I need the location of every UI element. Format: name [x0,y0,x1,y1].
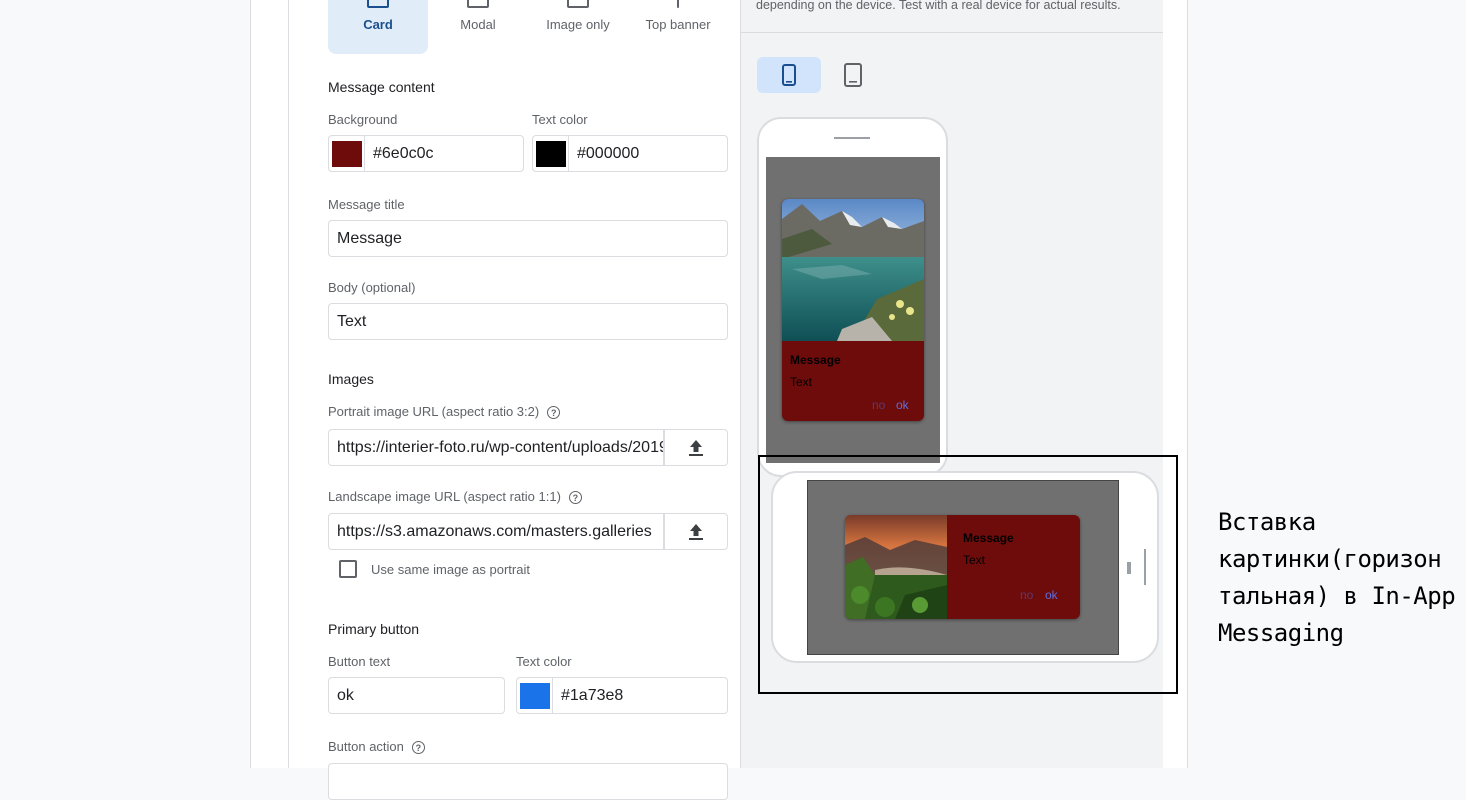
same-image-checkbox[interactable] [339,560,357,578]
landscape-label: Landscape image URL (aspect ratio 1:1) [328,489,561,504]
tab-modal-label: Modal [460,17,496,32]
card-layout-icon [367,0,389,8]
modal-layout-icon [467,0,489,8]
button-color-value: #1a73e8 [561,686,624,704]
phone-icon [782,64,796,86]
landscape-url-input[interactable]: https://s3.amazonaws.com/masters.galleri… [328,513,664,550]
button-text-input[interactable]: ok [328,677,505,714]
phone-speaker [834,137,870,139]
same-image-label: Use same image as portrait [371,562,530,577]
background-value: #6e0c0c [373,144,434,162]
portrait-label: Portrait image URL (aspect ratio 3:2) [328,404,540,419]
button-action-label-row: Button action? [328,739,425,755]
background-color-field[interactable]: #6e0c0c [328,135,524,172]
text-color-field[interactable]: #000000 [532,135,728,172]
portrait-label-row: Portrait image URL (aspect ratio 3:2)? [328,404,561,420]
button-color-field[interactable]: #1a73e8 [516,677,728,714]
portrait-primary-button[interactable]: ok [896,398,909,412]
portrait-url-input[interactable]: https://interier-foto.ru/wp-content/uplo… [328,429,664,466]
portrait-card-body: Text [790,375,813,389]
text-color-label: Text color [532,112,588,127]
text-color-swatch[interactable] [535,140,566,167]
upload-icon [689,439,703,456]
body-value: Text [337,312,367,330]
tab-modal[interactable]: Modal [428,0,528,54]
primary-button-heading: Primary button [328,621,420,637]
background-swatch[interactable] [331,140,362,167]
tablet-icon [844,63,862,87]
tab-card-label: Card [363,17,393,32]
message-content-heading: Message content [328,79,435,95]
preview-note: depending on the device. Test with a rea… [756,0,1121,12]
message-title-input[interactable]: Message [328,220,728,257]
device-tablet-button[interactable] [821,57,885,93]
tab-image-only[interactable]: Image only [528,0,628,54]
preview-divider [741,32,1163,33]
button-action-label: Button action [328,739,404,754]
background-label: Background [328,112,398,127]
landscape-url-value: https://s3.amazonaws.com/masters.galleri… [337,522,652,540]
annotation-text: Вставка картинки(горизон тальная) в In-A… [1218,508,1456,647]
button-action-input[interactable] [328,763,728,800]
button-text-label: Button text [328,654,391,669]
landscape-upload-button[interactable] [664,513,728,550]
message-title-value: Message [337,229,402,247]
image-layout-icon [567,0,589,8]
portrait-secondary-button[interactable]: no [872,398,885,412]
upload-icon [689,523,703,540]
tab-top-banner-label: Top banner [645,17,711,32]
help-icon[interactable]: ? [568,491,582,505]
annotation-highlight-box [758,455,1178,694]
help-icon[interactable]: ? [547,406,561,420]
device-phone-button[interactable] [757,57,821,93]
button-color-label: Text color [516,654,572,669]
body-label: Body (optional) [328,280,416,295]
tab-image-only-label: Image only [546,17,610,32]
help-icon[interactable]: ? [411,741,425,755]
portrait-card: Message Text no ok [782,199,924,421]
body-input[interactable]: Text [328,303,728,340]
tab-top-banner[interactable]: Top banner [628,0,728,54]
banner-layout-icon [677,0,679,8]
text-color-value: #000000 [577,144,640,162]
portrait-landscape-image [782,199,924,341]
images-heading: Images [328,371,374,387]
landscape-label-row: Landscape image URL (aspect ratio 1:1)? [328,489,582,505]
portrait-card-title: Message [790,353,841,367]
button-text-value: ok [337,686,354,704]
portrait-upload-button[interactable] [664,429,728,466]
message-title-label: Message title [328,197,405,212]
tab-card[interactable]: Card [328,0,428,54]
portrait-url-value: https://interier-foto.ru/wp-content/uplo… [337,438,664,456]
button-color-swatch[interactable] [519,682,550,709]
